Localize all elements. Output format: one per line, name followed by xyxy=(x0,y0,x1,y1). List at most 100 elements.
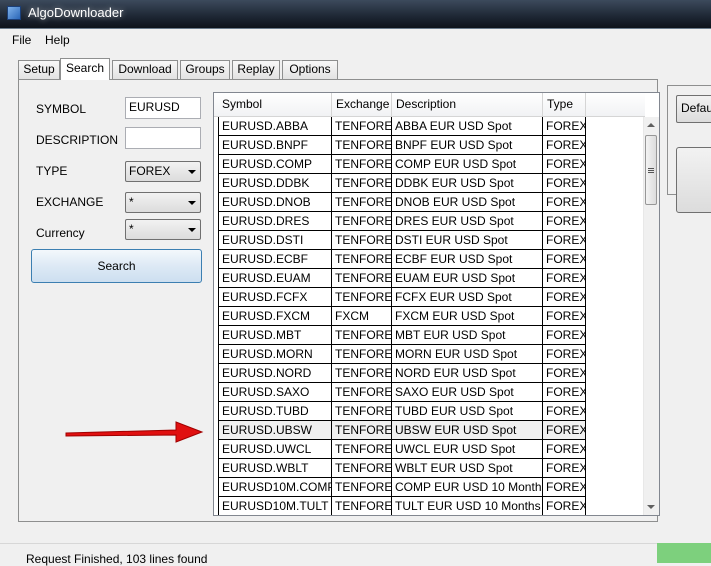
chevron-down-icon xyxy=(188,228,196,232)
description-cell: ABBA EUR USD Spot xyxy=(392,117,543,136)
symbol-input[interactable]: EURUSD xyxy=(125,97,201,119)
table-row[interactable]: EURUSD.MBT TENFORE MBT EUR USD Spot FOREX xyxy=(218,326,586,345)
title-bar: AlgoDownloader xyxy=(0,0,711,28)
table-row[interactable]: EURUSD.DDBK TENFORE DDBK EUR USD Spot FOREX xyxy=(218,174,586,193)
grid-header: Symbol Exchange Description Type xyxy=(214,93,645,117)
type-cell: FOREX xyxy=(543,421,586,440)
description-cell: NORD EUR USD Spot xyxy=(392,364,543,383)
vertical-scrollbar[interactable] xyxy=(643,117,659,515)
app-icon xyxy=(7,6,21,20)
type-cell: FOREX xyxy=(543,174,586,193)
type-select[interactable]: FOREX xyxy=(125,161,201,182)
table-row[interactable]: EURUSD.UWCL TENFORE UWCL EUR USD Spot FOREX xyxy=(218,440,586,459)
menu-help[interactable]: Help xyxy=(45,33,70,47)
right-panel-select[interactable]: Defau xyxy=(676,95,711,123)
symbol-cell: EURUSD.COMP xyxy=(218,155,332,174)
table-row[interactable]: EURUSD.EUAM TENFORE EUAM EUR USD Spot FOREX xyxy=(218,269,586,288)
scroll-thumb[interactable] xyxy=(645,135,657,205)
table-row[interactable]: EURUSD.MORN TENFORE MORN EUR USD Spot FOREX xyxy=(218,345,586,364)
table-row[interactable]: EURUSD10M.TULT TENFORE TULT EUR USD 10 Mon… xyxy=(218,497,586,515)
symbol-cell: EURUSD10M.TULT xyxy=(218,497,332,515)
type-cell: FOREX xyxy=(543,383,586,402)
table-row[interactable]: EURUSD.FXCM FXCM FXCM EUR USD Spot FOREX xyxy=(218,307,586,326)
type-cell: FOREX xyxy=(543,364,586,383)
symbol-cell: EURUSD.DNOB xyxy=(218,193,332,212)
exchange-cell: TENFORE xyxy=(332,440,392,459)
scroll-down-icon[interactable] xyxy=(647,505,655,509)
status-progress xyxy=(657,543,711,563)
type-label: TYPE xyxy=(36,164,68,178)
table-row[interactable]: EURUSD.UBSW TENFORE UBSW EUR USD Spot FOREX xyxy=(218,421,586,440)
description-cell: UWCL EUR USD Spot xyxy=(392,440,543,459)
table-row[interactable]: EURUSD10M.COMP TENFORE COMP EUR USD 10 Mon… xyxy=(218,478,586,497)
right-panel-button[interactable] xyxy=(676,147,711,213)
description-cell: FXCM EUR USD Spot xyxy=(392,307,543,326)
description-input[interactable] xyxy=(125,127,201,149)
description-cell: DRES EUR USD Spot xyxy=(392,212,543,231)
exchange-cell: FXCM xyxy=(332,307,392,326)
tab-download[interactable]: Download xyxy=(112,60,178,79)
table-row[interactable]: EURUSD.ECBF TENFORE ECBF EUR USD Spot FOREX xyxy=(218,250,586,269)
symbol-cell: EURUSD.UWCL xyxy=(218,440,332,459)
description-cell: DSTI EUR USD Spot xyxy=(392,231,543,250)
exchange-cell: TENFORE xyxy=(332,459,392,478)
description-cell: DDBK EUR USD Spot xyxy=(392,174,543,193)
type-cell: FOREX xyxy=(543,345,586,364)
symbol-cell: EURUSD.UBSW xyxy=(218,421,332,440)
table-row[interactable]: EURUSD.WBLT TENFORE WBLT EUR USD Spot FOREX xyxy=(218,459,586,478)
description-cell: FCFX EUR USD Spot xyxy=(392,288,543,307)
currency-select[interactable]: * xyxy=(125,219,201,240)
table-row[interactable]: EURUSD.DNOB TENFORE DNOB EUR USD Spot FOREX xyxy=(218,193,586,212)
scroll-up-icon[interactable] xyxy=(647,123,655,127)
symbol-cell: EURUSD.ABBA xyxy=(218,117,332,136)
symbol-cell: EURUSD.NORD xyxy=(218,364,332,383)
table-row[interactable]: EURUSD.ABBA TENFORE ABBA EUR USD Spot FOREX xyxy=(218,117,586,136)
table-row[interactable]: EURUSD.FCFX TENFORE FCFX EUR USD Spot FOREX xyxy=(218,288,586,307)
tab-setup[interactable]: Setup xyxy=(18,60,60,79)
symbol-cell: EURUSD.BNPF xyxy=(218,136,332,155)
table-row[interactable]: EURUSD.BNPF TENFORE BNPF EUR USD Spot FOREX xyxy=(218,136,586,155)
tab-search[interactable]: Search xyxy=(60,58,110,80)
tab-groups[interactable]: Groups xyxy=(180,60,230,79)
exchange-select-value: * xyxy=(129,195,134,209)
menu-file[interactable]: File xyxy=(12,33,31,47)
description-cell: TUBD EUR USD Spot xyxy=(392,402,543,421)
table-row[interactable]: EURUSD.SAXO TENFORE SAXO EUR USD Spot FOREX xyxy=(218,383,586,402)
exchange-cell: TENFORE xyxy=(332,364,392,383)
symbol-cell: EURUSD.SAXO xyxy=(218,383,332,402)
search-button[interactable]: Search xyxy=(31,249,202,283)
description-cell: EUAM EUR USD Spot xyxy=(392,269,543,288)
column-header-symbol[interactable]: Symbol xyxy=(218,93,332,116)
exchange-cell: TENFORE xyxy=(332,136,392,155)
red-arrow-icon xyxy=(65,421,204,443)
table-row[interactable]: EURUSD.TUBD TENFORE TUBD EUR USD Spot FOREX xyxy=(218,402,586,421)
table-row[interactable]: EURUSD.COMP TENFORE COMP EUR USD Spot FOREX xyxy=(218,155,586,174)
table-row[interactable]: EURUSD.DSTI TENFORE DSTI EUR USD Spot FOREX xyxy=(218,231,586,250)
tab-replay[interactable]: Replay xyxy=(232,60,280,79)
symbol-cell: EURUSD.WBLT xyxy=(218,459,332,478)
symbol-cell: EURUSD.DDBK xyxy=(218,174,332,193)
column-header-type[interactable]: Type xyxy=(543,93,586,116)
exchange-select[interactable]: * xyxy=(125,192,201,213)
tab-options[interactable]: Options xyxy=(282,60,338,79)
table-row[interactable]: EURUSD.NORD TENFORE NORD EUR USD Spot FOREX xyxy=(218,364,586,383)
symbol-cell: EURUSD.DRES xyxy=(218,212,332,231)
description-cell: SAXO EUR USD Spot xyxy=(392,383,543,402)
symbol-cell: EURUSD.FCFX xyxy=(218,288,332,307)
symbol-cell: EURUSD.FXCM xyxy=(218,307,332,326)
column-header-description[interactable]: Description xyxy=(392,93,543,116)
menu-bar: File Help xyxy=(0,29,711,51)
type-cell: FOREX xyxy=(543,155,586,174)
description-cell: MBT EUR USD Spot xyxy=(392,326,543,345)
description-cell: ECBF EUR USD Spot xyxy=(392,250,543,269)
column-header-exchange[interactable]: Exchange xyxy=(332,93,392,116)
description-cell: COMP EUR USD Spot xyxy=(392,155,543,174)
type-cell: FOREX xyxy=(543,402,586,421)
type-cell: FOREX xyxy=(543,326,586,345)
type-cell: FOREX xyxy=(543,440,586,459)
window-title: AlgoDownloader xyxy=(28,5,124,20)
symbol-cell: EURUSD.EUAM xyxy=(218,269,332,288)
table-row[interactable]: EURUSD.DRES TENFORE DRES EUR USD Spot FOREX xyxy=(218,212,586,231)
type-cell: FOREX xyxy=(543,478,586,497)
exchange-cell: TENFORE xyxy=(332,269,392,288)
